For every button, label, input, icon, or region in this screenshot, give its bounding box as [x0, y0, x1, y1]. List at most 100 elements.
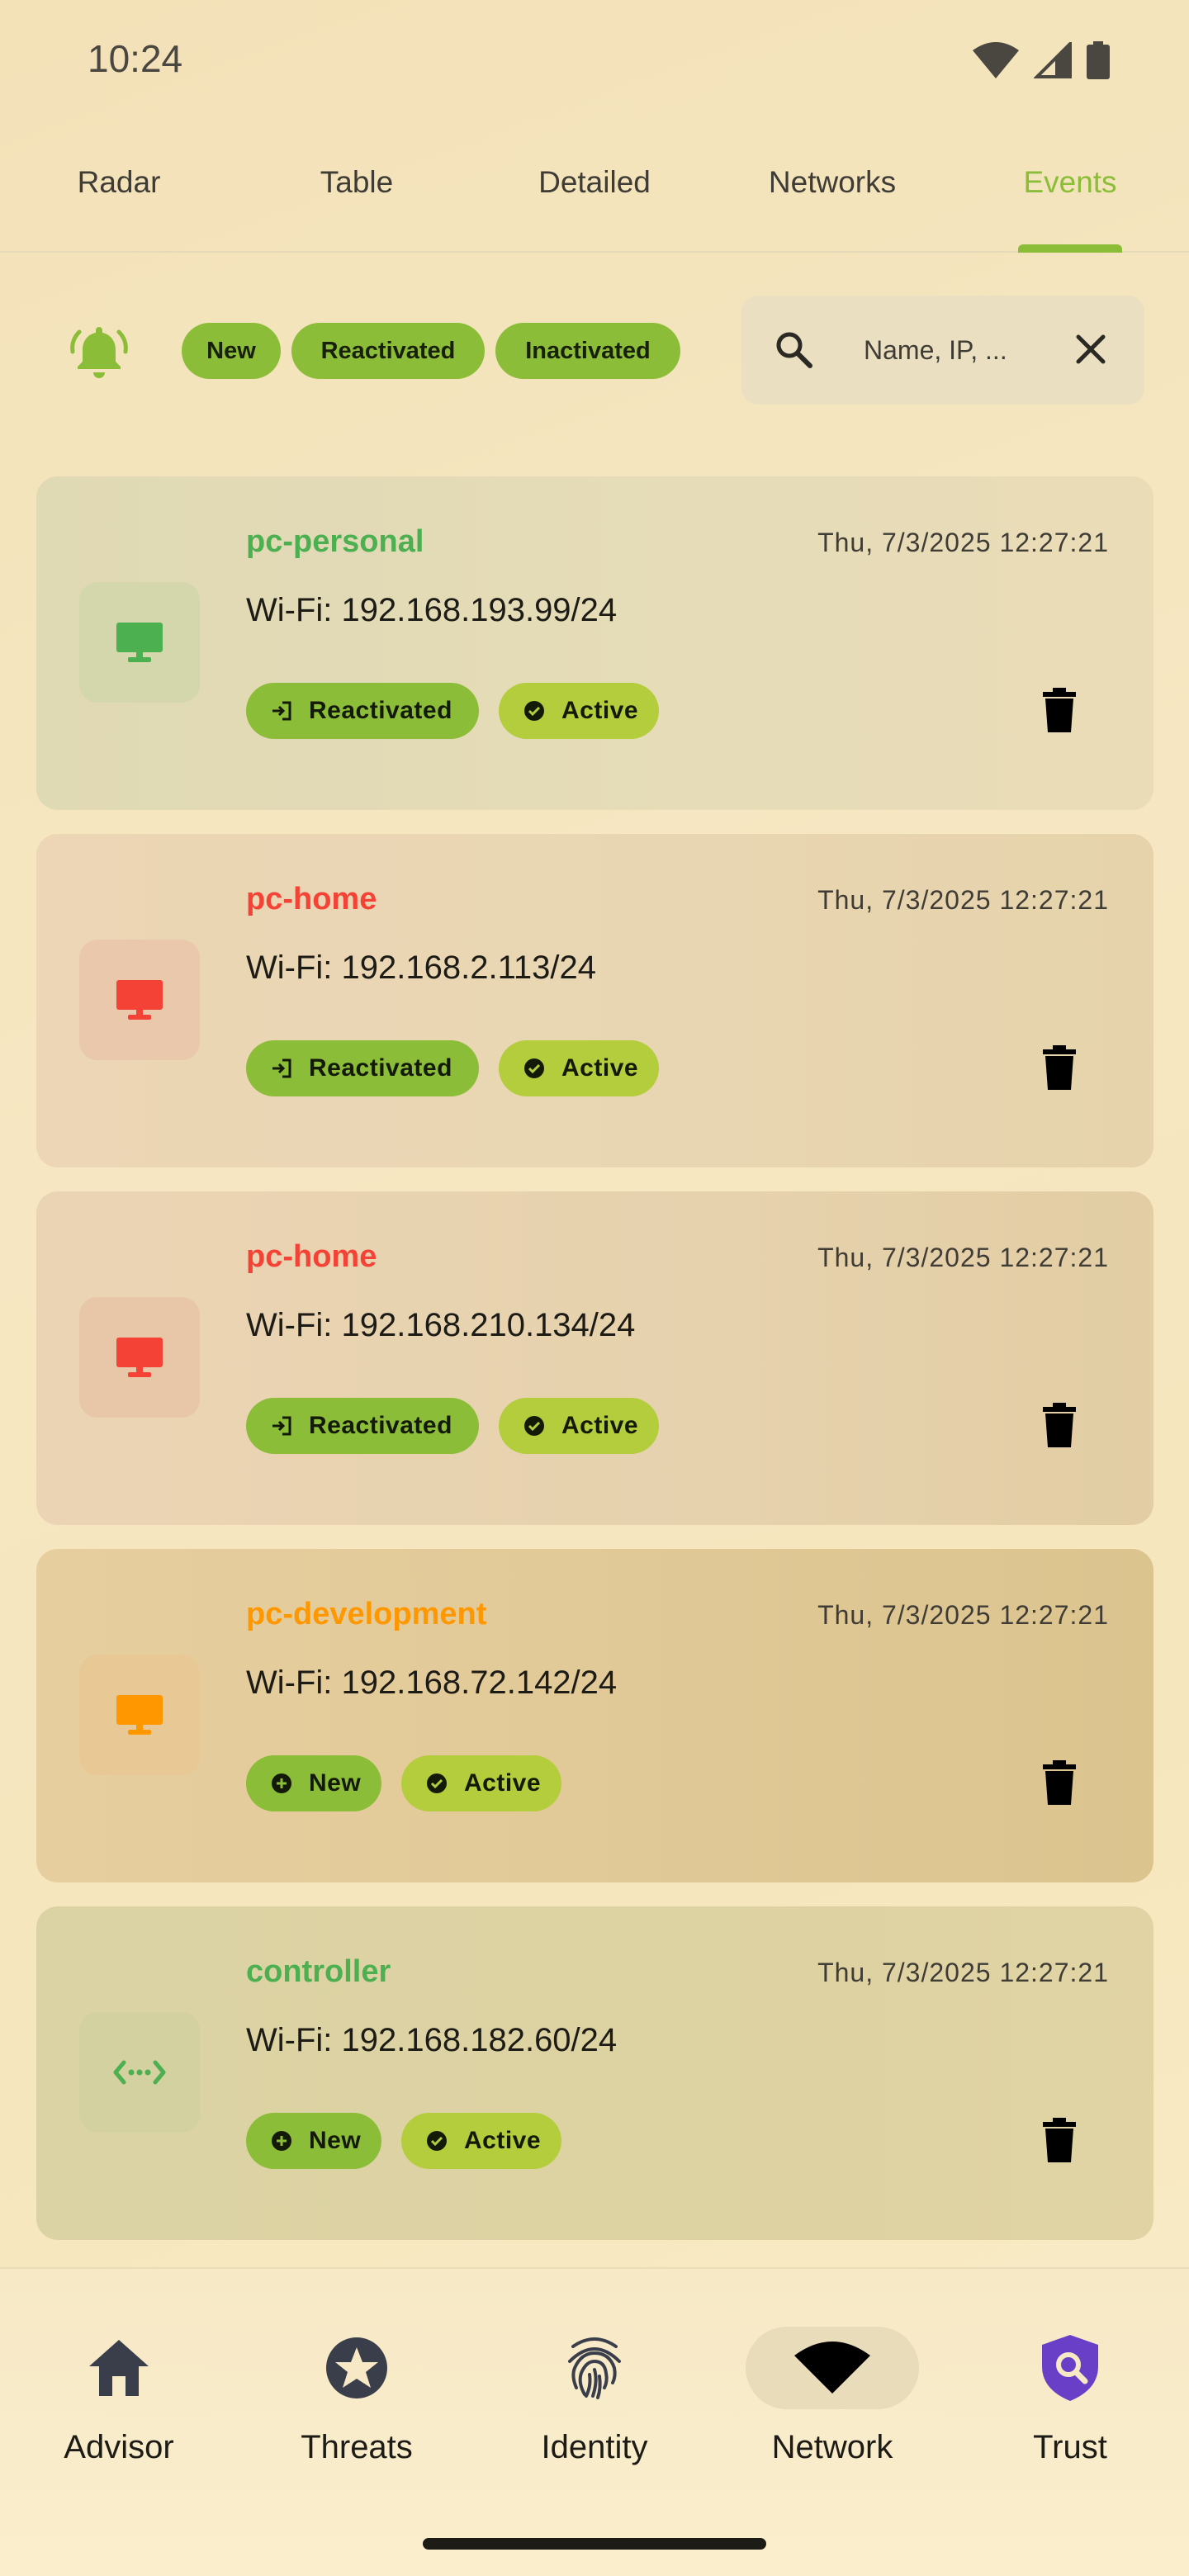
tab-radar[interactable]: Radar — [0, 165, 238, 200]
status-label: Active — [561, 1412, 639, 1439]
monitor-icon — [116, 980, 163, 1020]
trash-icon[interactable] — [1043, 1403, 1076, 1447]
check-circle-icon — [523, 1058, 545, 1079]
event-type-label: New — [309, 1769, 362, 1797]
monitor-icon — [116, 1695, 163, 1735]
add-circle-icon — [271, 1773, 292, 1794]
status-icons — [973, 41, 1110, 79]
status-badge: Active — [401, 2113, 561, 2169]
add-circle-icon — [271, 2130, 292, 2152]
nav-label: Trust — [1033, 2429, 1107, 2465]
event-timestamp: Thu, 7/3/2025 12:27:21 — [817, 1600, 1109, 1630]
event-type-badge: New — [246, 2113, 381, 2169]
nav-item-trust[interactable]: Trust — [951, 2327, 1189, 2466]
status-badge: Active — [401, 1755, 561, 1811]
bell-icon[interactable] — [68, 320, 130, 383]
tab-networks[interactable]: Networks — [713, 165, 951, 200]
status-badge: Active — [499, 1040, 659, 1096]
network-address: Wi-Fi: 192.168.2.113/24 — [246, 949, 596, 986]
event-type-badge: Reactivated — [246, 1040, 479, 1096]
wifi-signal-icon — [973, 42, 1019, 78]
event-type-badge: Reactivated — [246, 1398, 479, 1454]
event-type-label: New — [309, 2127, 362, 2154]
check-circle-icon — [426, 2130, 448, 2152]
event-timestamp: Thu, 7/3/2025 12:27:21 — [817, 1243, 1109, 1272]
nav-item-network[interactable]: Network — [713, 2327, 951, 2466]
settings-ethernet-icon — [113, 2060, 166, 2085]
nav-label: Advisor — [64, 2429, 174, 2465]
tab-bar: Radar Table Detailed Networks Events — [0, 140, 1189, 253]
cell-signal-icon — [1034, 42, 1072, 78]
home-indicator[interactable] — [423, 2538, 766, 2550]
status-label: Active — [561, 1054, 639, 1082]
event-type-label: Reactivated — [309, 1412, 452, 1439]
filter-chip-new[interactable]: New — [182, 323, 281, 379]
nav-label: Identity — [541, 2429, 648, 2465]
trash-icon[interactable] — [1043, 2118, 1076, 2162]
status-badge: Active — [499, 1398, 659, 1454]
device-icon-box — [79, 1297, 200, 1418]
check-circle-icon — [523, 1415, 545, 1437]
event-type-label: Reactivated — [309, 1054, 452, 1082]
trash-icon[interactable] — [1043, 688, 1076, 732]
battery-icon — [1087, 41, 1110, 79]
login-icon — [271, 1058, 292, 1079]
status-label: Active — [561, 697, 639, 724]
tab-table[interactable]: Table — [238, 165, 476, 200]
status-bar: 10:24 — [0, 0, 1189, 116]
device-name: controller — [246, 1954, 391, 1989]
event-type-badge: New — [246, 1755, 381, 1811]
device-icon-box — [79, 940, 200, 1060]
fingerprint-icon — [568, 2337, 621, 2399]
event-timestamp: Thu, 7/3/2025 12:27:21 — [817, 1958, 1109, 1987]
device-icon-box — [79, 2012, 200, 2133]
shield-search-icon — [1042, 2335, 1098, 2401]
trash-icon[interactable] — [1043, 1760, 1076, 1805]
monitor-icon — [116, 1338, 163, 1377]
close-icon[interactable] — [1072, 330, 1110, 368]
star-badge-icon — [326, 2337, 387, 2398]
status-time: 10:24 — [88, 37, 183, 80]
trash-icon[interactable] — [1043, 1045, 1076, 1090]
monitor-icon — [116, 623, 163, 662]
search-input[interactable]: Name, IP, ... — [864, 335, 1007, 366]
status-badge: Active — [499, 683, 659, 739]
bottom-navigation: Advisor Threats Identity Network Trust — [0, 2267, 1189, 2576]
tab-events[interactable]: Events — [951, 165, 1189, 200]
event-type-badge: Reactivated — [246, 683, 479, 739]
device-name: pc-development — [246, 1597, 487, 1631]
tab-indicator — [1018, 244, 1122, 253]
tab-detailed[interactable]: Detailed — [476, 165, 713, 200]
event-card[interactable]: pc-home Thu, 7/3/2025 12:27:21 Wi-Fi: 19… — [36, 1191, 1153, 1525]
device-name: pc-home — [246, 1239, 377, 1274]
home-icon — [89, 2340, 149, 2396]
event-card[interactable]: controller Thu, 7/3/2025 12:27:21 Wi-Fi:… — [36, 1906, 1153, 2240]
event-timestamp: Thu, 7/3/2025 12:27:21 — [817, 528, 1109, 557]
nav-label: Network — [771, 2429, 893, 2465]
nav-item-advisor[interactable]: Advisor — [0, 2327, 238, 2466]
nav-label: Threats — [301, 2429, 413, 2465]
event-card[interactable]: pc-personal Thu, 7/3/2025 12:27:21 Wi-Fi… — [36, 476, 1153, 810]
filter-chip-inactivated[interactable]: Inactivated — [495, 323, 680, 379]
network-address: Wi-Fi: 192.168.182.60/24 — [246, 2022, 618, 2058]
nav-item-threats[interactable]: Threats — [238, 2327, 476, 2466]
event-card[interactable]: pc-home Thu, 7/3/2025 12:27:21 Wi-Fi: 19… — [36, 834, 1153, 1167]
nav-item-identity[interactable]: Identity — [476, 2327, 713, 2466]
wifi-icon — [794, 2342, 870, 2394]
check-circle-icon — [523, 700, 545, 722]
filter-chip-reactivated[interactable]: Reactivated — [291, 323, 485, 379]
login-icon — [271, 1415, 292, 1437]
network-address: Wi-Fi: 192.168.72.142/24 — [246, 1664, 618, 1701]
network-address: Wi-Fi: 192.168.193.99/24 — [246, 592, 618, 628]
event-card[interactable]: pc-development Thu, 7/3/2025 12:27:21 Wi… — [36, 1549, 1153, 1882]
status-label: Active — [464, 2127, 542, 2154]
device-icon-box — [79, 582, 200, 703]
event-timestamp: Thu, 7/3/2025 12:27:21 — [817, 885, 1109, 915]
check-circle-icon — [426, 1773, 448, 1794]
device-name: pc-personal — [246, 524, 424, 559]
search-field[interactable]: Name, IP, ... — [741, 296, 1144, 405]
network-address: Wi-Fi: 192.168.210.134/24 — [246, 1307, 636, 1343]
device-icon-box — [79, 1655, 200, 1775]
device-name: pc-home — [246, 882, 377, 916]
login-icon — [271, 700, 292, 722]
